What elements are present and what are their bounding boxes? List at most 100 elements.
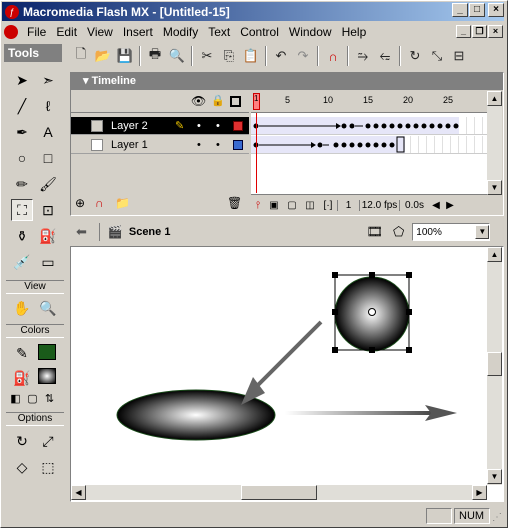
menu-help[interactable]: Help: [337, 25, 372, 39]
stage-vscroll[interactable]: ▲ ▼: [487, 247, 502, 485]
menu-window[interactable]: Window: [284, 25, 337, 39]
stage-vscroll-thumb[interactable]: [487, 352, 502, 376]
zoom-dropdown-icon[interactable]: ▼: [475, 225, 490, 239]
undo-icon[interactable]: ↶: [270, 45, 292, 67]
layer-row-1[interactable]: Layer 1 • •: [71, 136, 249, 154]
scale-icon[interactable]: ⤡: [426, 45, 448, 67]
scroll-left-icon[interactable]: ◀: [429, 200, 443, 211]
onion-outline-icon[interactable]: ▢: [283, 200, 301, 211]
align-icon[interactable]: ⊟: [448, 45, 470, 67]
open-icon[interactable]: 📂: [92, 45, 114, 67]
stroke-color-swatch[interactable]: [38, 344, 56, 360]
insert-layer-icon[interactable]: ⊕: [75, 196, 85, 210]
save-icon[interactable]: 💾: [114, 45, 136, 67]
swap-colors-icon[interactable]: ⇅: [41, 390, 58, 407]
oval-tool-icon[interactable]: ○: [11, 147, 33, 169]
menu-control[interactable]: Control: [235, 25, 284, 39]
back-arrow-icon[interactable]: ⬅: [76, 224, 87, 240]
eraser-tool-icon[interactable]: ▭: [37, 251, 59, 273]
outline-icon[interactable]: [230, 96, 241, 107]
stage-scroll-left-icon[interactable]: ◀: [71, 485, 86, 500]
playhead-frame-1[interactable]: 1: [253, 93, 260, 110]
timeline-scroll-up-icon[interactable]: ▲: [487, 91, 502, 106]
menu-file[interactable]: File: [22, 25, 51, 39]
layer-row-2[interactable]: Layer 2 ✎ • •: [71, 117, 249, 135]
lock-icon[interactable]: 🔒: [211, 94, 225, 107]
default-colors-icon[interactable]: ◧: [7, 390, 24, 407]
straighten-icon[interactable]: ⥳: [374, 45, 396, 67]
layer-1-visible-dot[interactable]: •: [197, 136, 201, 154]
no-color-icon[interactable]: ▢: [24, 390, 41, 407]
menu-insert[interactable]: Insert: [118, 25, 158, 39]
frame-ruler[interactable]: 1 5 10 15 20 25: [251, 91, 487, 113]
rectangle-tool-icon[interactable]: □: [37, 147, 59, 169]
envelope-option-icon[interactable]: ⬚: [37, 456, 59, 478]
zoom-tool-icon[interactable]: 🔍: [37, 297, 59, 319]
timeline-header[interactable]: ▾ Timeline: [71, 73, 503, 90]
hand-tool-icon[interactable]: ✋: [11, 297, 33, 319]
stage-canvas[interactable]: [71, 247, 487, 485]
lasso-tool-icon[interactable]: ℓ: [37, 95, 59, 117]
pen-tool-icon[interactable]: ✒: [11, 121, 33, 143]
menu-text[interactable]: Text: [203, 25, 235, 39]
rotate-icon[interactable]: ↻: [404, 45, 426, 67]
paint-bucket-tool-icon[interactable]: ⛽: [37, 225, 59, 247]
paste-icon[interactable]: 📋: [240, 45, 262, 67]
resize-grip-icon[interactable]: ⋰: [492, 512, 502, 523]
menu-edit[interactable]: Edit: [51, 25, 82, 39]
brush-tool-icon[interactable]: 🖌: [37, 173, 59, 195]
text-tool-icon[interactable]: A: [37, 121, 59, 143]
subselect-tool-icon[interactable]: ➣: [37, 69, 59, 91]
menu-modify[interactable]: Modify: [158, 25, 203, 39]
doc-close-button[interactable]: ×: [488, 25, 503, 38]
arrow-tool-icon[interactable]: ➤: [11, 69, 33, 91]
layer-1-lock-dot[interactable]: •: [216, 136, 220, 154]
layer-2-visible-dot[interactable]: •: [197, 117, 201, 135]
print-icon[interactable]: 🖶: [144, 45, 166, 67]
rotate-option-icon[interactable]: ↻: [11, 430, 33, 452]
doc-minimize-button[interactable]: _: [456, 25, 471, 38]
delete-layer-icon[interactable]: 🗑: [227, 196, 242, 210]
edit-multiple-icon[interactable]: ◫: [301, 200, 319, 211]
zoom-select[interactable]: 100% ▼: [412, 223, 491, 241]
eyedropper-tool-icon[interactable]: 💉: [11, 251, 33, 273]
frame-row-layer-1[interactable]: [251, 136, 487, 154]
stage-scroll-down-icon[interactable]: ▼: [487, 469, 502, 484]
distort-option-icon[interactable]: ◇: [11, 456, 33, 478]
maximize-button[interactable]: □: [469, 3, 485, 17]
snap-magnet-icon[interactable]: ∩: [322, 45, 344, 67]
close-button[interactable]: ×: [488, 3, 504, 17]
add-guide-layer-icon[interactable]: ∩: [95, 196, 104, 210]
edit-scene-icon[interactable]: 🎞: [366, 224, 383, 240]
scale-option-icon[interactable]: ⤢: [37, 430, 59, 452]
timeline-vscroll[interactable]: ▲ ▼: [487, 91, 502, 195]
doc-restore-button[interactable]: ❐: [472, 25, 487, 38]
onion-skin-icon[interactable]: ▣: [265, 200, 283, 211]
stage-scroll-up-icon[interactable]: ▲: [487, 247, 502, 262]
menu-view[interactable]: View: [82, 25, 118, 39]
timeline-scroll-down-icon[interactable]: ▼: [487, 180, 502, 195]
layer-2-outline-color[interactable]: [233, 121, 243, 131]
frame-row-layer-2[interactable]: [251, 117, 487, 135]
layer-2-lock-dot[interactable]: •: [216, 117, 220, 135]
minimize-button[interactable]: _: [452, 3, 468, 17]
smooth-icon[interactable]: ⥲: [352, 45, 374, 67]
line-tool-icon[interactable]: ╱: [11, 95, 33, 117]
scroll-right-icon[interactable]: ▶: [443, 200, 457, 211]
modify-markers-icon[interactable]: [·]: [319, 200, 337, 211]
stage-hscroll-thumb[interactable]: [241, 485, 317, 500]
stage-hscroll[interactable]: ◀ ▶: [71, 485, 487, 500]
fill-color-swatch[interactable]: [38, 368, 56, 384]
redo-icon[interactable]: ↷: [292, 45, 314, 67]
pencil-tool-icon[interactable]: ✏: [11, 173, 33, 195]
fill-transform-tool-icon[interactable]: ⊡: [37, 199, 59, 221]
print-preview-icon[interactable]: 🔍: [166, 45, 188, 67]
cut-icon[interactable]: ✂: [196, 45, 218, 67]
ink-bottle-tool-icon[interactable]: ⚱: [11, 225, 33, 247]
edit-symbols-icon[interactable]: ⬠: [393, 224, 404, 240]
center-frame-icon[interactable]: ⫯: [251, 200, 265, 211]
layer-1-outline-color[interactable]: [233, 140, 243, 150]
new-icon[interactable]: 🗋: [70, 45, 92, 67]
copy-icon[interactable]: ⎘: [218, 45, 240, 67]
insert-folder-icon[interactable]: 📁: [115, 196, 130, 210]
